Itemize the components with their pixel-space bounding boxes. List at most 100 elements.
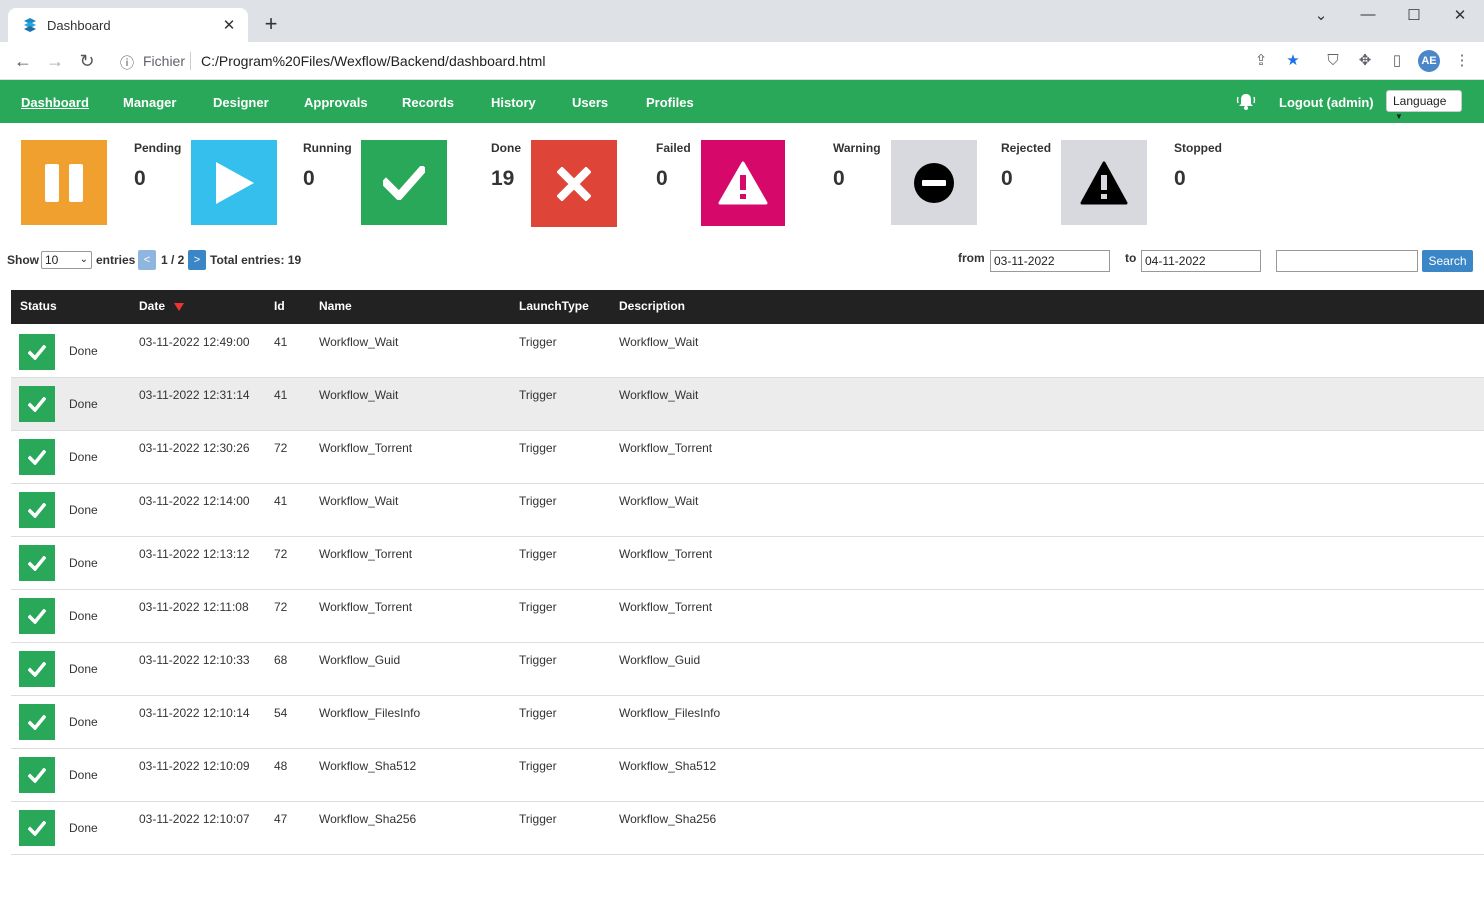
play-icon xyxy=(216,161,254,204)
language-dropdown[interactable]: Language ▼ xyxy=(1386,90,1462,121)
check-icon xyxy=(28,820,46,836)
nav-records[interactable]: Records xyxy=(402,95,454,110)
rejected-tile[interactable] xyxy=(891,140,977,225)
table-row[interactable]: Done 03-11-2022 12:30:26 72 Workflow_Torren… xyxy=(11,431,1484,484)
col-id[interactable]: Id xyxy=(274,299,285,313)
nav-designer[interactable]: Designer xyxy=(213,95,269,110)
logout-link[interactable]: Logout (admin) xyxy=(1279,95,1374,110)
nav-approvals[interactable]: Approvals xyxy=(304,95,368,110)
stopped-tile[interactable] xyxy=(1061,140,1147,225)
col-description[interactable]: Description xyxy=(619,299,685,313)
nav-profiles[interactable]: Profiles xyxy=(646,95,694,110)
row-id: 41 xyxy=(274,494,288,508)
row-description: Workflow_Wait xyxy=(619,388,699,402)
table-row[interactable]: Done 03-11-2022 12:10:33 68 Workflow_Guid Tr… xyxy=(11,643,1484,696)
row-name: Workflow_FilesInfo xyxy=(319,706,421,720)
nav-manager[interactable]: Manager xyxy=(123,95,176,110)
status-done-tile xyxy=(19,651,55,687)
col-date-label: Date xyxy=(139,299,166,313)
row-description: Workflow_Wait xyxy=(619,335,699,349)
row-launchtype: Trigger xyxy=(519,812,557,826)
table-row[interactable]: Done 03-11-2022 12:10:09 48 Workflow_Sha512… xyxy=(11,749,1484,802)
check-icon xyxy=(28,555,46,571)
col-date[interactable]: Date xyxy=(139,299,185,313)
row-name: Workflow_Wait xyxy=(319,494,399,508)
to-date-input[interactable]: 04-11-2022 xyxy=(1141,250,1261,272)
nav-users[interactable]: Users xyxy=(572,95,608,110)
check-icon xyxy=(28,396,46,412)
from-date-input[interactable]: 03-11-2022 xyxy=(990,250,1110,272)
row-id: 41 xyxy=(274,335,288,349)
table-row[interactable]: Done 03-11-2022 12:49:00 41 Workflow_Wait Tr… xyxy=(11,325,1484,378)
pending-tile[interactable] xyxy=(21,140,107,225)
url-field[interactable]: C:/Program%20Files/Wexflow/Backend/dashb… xyxy=(201,53,545,69)
table-row[interactable]: Done 03-11-2022 12:11:08 72 Workflow_Torren… xyxy=(11,590,1484,643)
row-launchtype: Trigger xyxy=(519,441,557,455)
row-description: Workflow_Torrent xyxy=(619,600,713,614)
entries-select[interactable]: 10 ⌄ xyxy=(41,251,92,269)
row-date: 03-11-2022 12:11:08 xyxy=(139,600,249,614)
failed-count: 0 xyxy=(656,167,668,190)
to-label: to xyxy=(1125,251,1137,265)
row-name: Workflow_Wait xyxy=(319,335,399,349)
row-launchtype: Trigger xyxy=(519,494,557,508)
check-icon xyxy=(28,502,46,518)
status-done-tile xyxy=(19,757,55,793)
row-id: 54 xyxy=(274,706,288,720)
failed-tile[interactable] xyxy=(531,140,617,227)
nav-dashboard[interactable]: Dashboard xyxy=(21,95,89,110)
maximize-icon[interactable]: ☐ xyxy=(1399,6,1429,26)
shield-extension-icon[interactable]: ⛉ xyxy=(1324,52,1342,70)
reload-icon[interactable]: ↻ xyxy=(77,51,97,71)
extensions-puzzle-icon[interactable]: ✥ xyxy=(1356,52,1374,70)
table-row[interactable]: Done 03-11-2022 12:10:14 54 Workflow_FilesI… xyxy=(11,696,1484,749)
row-date: 03-11-2022 12:14:00 xyxy=(139,494,250,508)
table-row[interactable]: Done 03-11-2022 12:31:14 41 Workflow_Wait Tr… xyxy=(11,378,1484,431)
new-tab-icon[interactable]: + xyxy=(259,12,283,36)
nav-history[interactable]: History xyxy=(491,95,536,110)
side-panel-icon[interactable]: ▯ xyxy=(1388,52,1406,70)
close-window-icon[interactable]: ✕ xyxy=(1445,6,1475,26)
table-row[interactable]: Done 03-11-2022 12:13:12 72 Workflow_Torren… xyxy=(11,537,1484,590)
col-status[interactable]: Status xyxy=(20,299,57,313)
running-tile[interactable] xyxy=(191,140,277,225)
col-name[interactable]: Name xyxy=(319,299,352,313)
check-icon xyxy=(28,449,46,465)
running-count: 0 xyxy=(303,167,315,190)
col-launchtype[interactable]: LaunchType xyxy=(519,299,589,313)
table-header: Status Date Id Name LaunchType Descripti… xyxy=(11,290,1484,324)
warning-tile[interactable] xyxy=(701,140,785,226)
back-icon[interactable]: ← xyxy=(13,51,33,71)
share-icon[interactable]: ⇪ xyxy=(1252,52,1270,70)
menu-kebab-icon[interactable]: ⋮ xyxy=(1453,52,1471,70)
check-icon xyxy=(28,767,46,783)
forward-icon[interactable]: → xyxy=(45,51,65,71)
browser-tab[interactable]: Dashboard ✕ xyxy=(8,8,248,42)
bookmark-star-icon[interactable]: ★ xyxy=(1284,52,1302,70)
site-info-icon[interactable]: ⓘ xyxy=(120,53,134,73)
stopped-label: Stopped xyxy=(1174,141,1222,155)
done-tile[interactable] xyxy=(361,140,447,225)
profile-avatar[interactable]: AE xyxy=(1418,50,1440,72)
tab-close-icon[interactable]: ✕ xyxy=(220,16,238,34)
done-count: 19 xyxy=(491,167,515,190)
entries-select-value: 10 xyxy=(45,253,59,267)
search-button[interactable]: Search xyxy=(1422,250,1473,272)
x-icon xyxy=(557,166,591,201)
minimize-icon[interactable]: — xyxy=(1353,6,1383,26)
caret-down-icon: ▼ xyxy=(1395,112,1403,121)
pause-icon xyxy=(45,163,83,202)
warning-icon xyxy=(718,161,768,205)
search-input[interactable] xyxy=(1276,250,1418,272)
table-row[interactable]: Done 03-11-2022 12:10:07 47 Workflow_Sha256… xyxy=(11,802,1484,855)
prev-page-button[interactable]: < xyxy=(138,250,156,270)
tab-search-icon[interactable]: ⌄ xyxy=(1306,6,1336,26)
table-row[interactable]: Done 03-11-2022 12:14:00 41 Workflow_Wait Tr… xyxy=(11,484,1484,537)
row-description: Workflow_Sha256 xyxy=(619,812,717,826)
next-page-button[interactable]: > xyxy=(188,250,206,270)
rejected-label: Rejected xyxy=(1001,141,1052,155)
address-bar: ← → ↻ ⓘ Fichier C:/Program%20Files/Wexfl… xyxy=(0,42,1484,80)
notification-bell-icon[interactable] xyxy=(1236,92,1256,112)
browser-titlebar: Dashboard ✕ + ⌄ — ☐ ✕ xyxy=(0,0,1484,42)
row-date: 03-11-2022 12:10:09 xyxy=(139,759,250,773)
